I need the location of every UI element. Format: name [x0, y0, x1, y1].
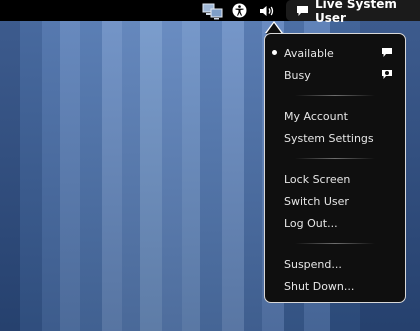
lock-screen-label: Lock Screen — [284, 172, 351, 186]
system-settings-label: System Settings — [284, 131, 374, 145]
menu-separator — [295, 243, 375, 244]
menu-separator — [295, 158, 375, 159]
switch-user-label: Switch User — [284, 194, 349, 208]
chat-bubble-icon — [296, 5, 309, 17]
menu-item-system-settings[interactable]: System Settings — [265, 128, 405, 148]
selected-status-dot-icon — [272, 50, 277, 55]
top-panel: Live System User — [0, 0, 420, 25]
user-menu-button[interactable]: Live System User — [286, 0, 420, 25]
busy-label: Busy — [284, 68, 311, 82]
menu-item-my-account[interactable]: My Account — [265, 106, 405, 126]
available-label: Available — [284, 46, 334, 60]
user-menu: Available Busy My Account System Setting… — [264, 33, 406, 303]
menu-item-log-out[interactable]: Log Out... — [265, 213, 405, 233]
volume-icon[interactable] — [256, 0, 278, 21]
my-account-label: My Account — [284, 109, 348, 123]
network-icon[interactable] — [200, 0, 226, 21]
shut-down-label: Shut Down... — [284, 279, 355, 293]
suspend-label: Suspend... — [284, 257, 342, 271]
user-name-label: Live System User — [315, 0, 397, 25]
menu-item-shut-down[interactable]: Shut Down... — [265, 276, 405, 296]
busy-status-icon — [381, 69, 393, 80]
menu-separator — [295, 95, 375, 96]
menu-item-switch-user[interactable]: Switch User — [265, 191, 405, 211]
menu-item-available[interactable]: Available — [265, 43, 405, 63]
menu-item-suspend[interactable]: Suspend... — [265, 254, 405, 274]
available-status-icon — [381, 47, 393, 58]
log-out-label: Log Out... — [284, 216, 338, 230]
accessibility-icon[interactable] — [229, 0, 249, 21]
menu-item-lock-screen[interactable]: Lock Screen — [265, 169, 405, 189]
menu-item-busy[interactable]: Busy — [265, 65, 405, 85]
